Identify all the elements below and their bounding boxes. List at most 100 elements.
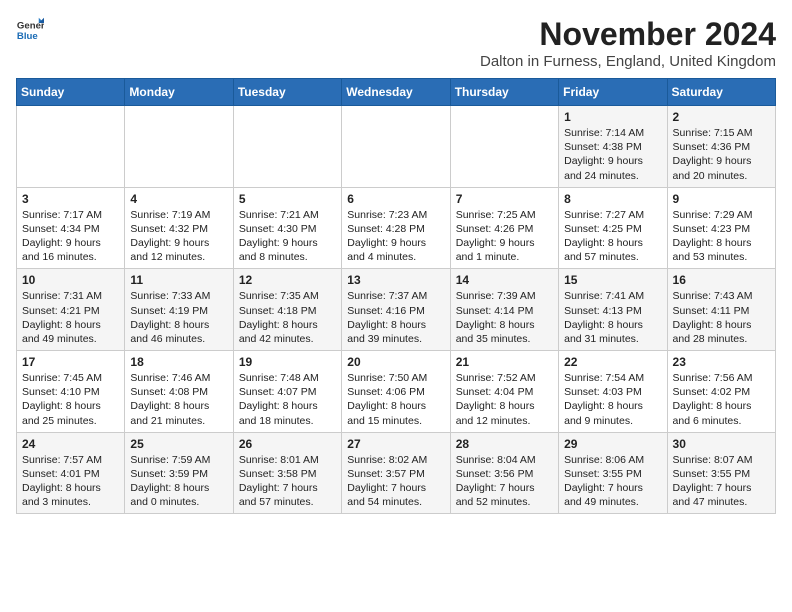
calendar-cell: 4Sunrise: 7:19 AMSunset: 4:32 PMDaylight… bbox=[125, 187, 233, 269]
day-info: Sunrise: 7:50 AMSunset: 4:06 PMDaylight:… bbox=[347, 371, 444, 428]
calendar-cell bbox=[233, 106, 341, 188]
day-number: 17 bbox=[22, 355, 119, 369]
day-number: 23 bbox=[673, 355, 770, 369]
day-number: 1 bbox=[564, 110, 661, 124]
calendar-cell: 15 Sunrise: 7:41 AMSunset: 4:13 PMDayligh… bbox=[559, 269, 667, 351]
calendar-cell: 2 Sunrise: 7:15 AMSunset: 4:36 PMDaylight… bbox=[667, 106, 775, 188]
day-info: Sunrise: 7:46 AMSunset: 4:08 PMDaylight:… bbox=[130, 371, 227, 428]
calendar-cell: 12 Sunrise: 7:35 AMSunset: 4:18 PMDayligh… bbox=[233, 269, 341, 351]
day-info: Sunrise: 8:02 AMSunset: 3:57 PMDaylight:… bbox=[347, 453, 444, 510]
day-number: 22 bbox=[564, 355, 661, 369]
calendar-cell: 6Sunrise: 7:23 AMSunset: 4:28 PMDaylight… bbox=[342, 187, 450, 269]
day-info: Sunrise: 7:14 AMSunset: 4:38 PMDaylight:… bbox=[564, 126, 661, 183]
calendar-cell: 27Sunrise: 8:02 AMSunset: 3:57 PMDayligh… bbox=[342, 432, 450, 514]
day-info: Sunrise: 7:17 AMSunset: 4:34 PMDaylight:… bbox=[22, 208, 119, 265]
day-number: 9 bbox=[673, 192, 770, 206]
day-number: 24 bbox=[22, 437, 119, 451]
calendar-cell: 22 Sunrise: 7:54 AMSunset: 4:03 PMDayligh… bbox=[559, 351, 667, 433]
calendar-cell: 5Sunrise: 7:21 AMSunset: 4:30 PMDaylight… bbox=[233, 187, 341, 269]
day-number: 8 bbox=[564, 192, 661, 206]
day-number: 11 bbox=[130, 273, 227, 287]
weekday-header-saturday: Saturday bbox=[667, 79, 775, 106]
day-number: 14 bbox=[456, 273, 553, 287]
day-number: 26 bbox=[239, 437, 336, 451]
day-number: 30 bbox=[673, 437, 770, 451]
day-info: Sunrise: 7:45 AMSunset: 4:10 PMDaylight:… bbox=[22, 371, 119, 428]
calendar-cell: 17 Sunrise: 7:45 AMSunset: 4:10 PMDayligh… bbox=[17, 351, 125, 433]
day-info: Sunrise: 7:48 AMSunset: 4:07 PMDaylight:… bbox=[239, 371, 336, 428]
day-number: 16 bbox=[673, 273, 770, 287]
day-number: 12 bbox=[239, 273, 336, 287]
weekday-header-sunday: Sunday bbox=[17, 79, 125, 106]
day-info: Sunrise: 7:43 AMSunset: 4:11 PMDaylight:… bbox=[673, 289, 770, 346]
day-info: Sunrise: 8:07 AMSunset: 3:55 PMDaylight:… bbox=[673, 453, 770, 510]
day-info: Sunrise: 7:23 AMSunset: 4:28 PMDaylight:… bbox=[347, 208, 444, 265]
calendar-week-5: 24 Sunrise: 7:57 AMSunset: 4:01 PMDayligh… bbox=[17, 432, 776, 514]
calendar-cell: 3 Sunrise: 7:17 AMSunset: 4:34 PMDaylight… bbox=[17, 187, 125, 269]
calendar-cell: 9 Sunrise: 7:29 AMSunset: 4:23 PMDaylight… bbox=[667, 187, 775, 269]
day-info: Sunrise: 7:15 AMSunset: 4:36 PMDaylight:… bbox=[673, 126, 770, 183]
logo-icon: General Blue bbox=[16, 16, 44, 44]
day-number: 2 bbox=[673, 110, 770, 124]
weekday-header-wednesday: Wednesday bbox=[342, 79, 450, 106]
day-number: 3 bbox=[22, 192, 119, 206]
day-number: 19 bbox=[239, 355, 336, 369]
day-info: Sunrise: 7:27 AMSunset: 4:25 PMDaylight:… bbox=[564, 208, 661, 265]
calendar-cell: 13 Sunrise: 7:37 AMSunset: 4:16 PMDayligh… bbox=[342, 269, 450, 351]
svg-text:Blue: Blue bbox=[17, 31, 38, 42]
day-info: Sunrise: 7:19 AMSunset: 4:32 PMDaylight:… bbox=[130, 208, 227, 265]
weekday-header-friday: Friday bbox=[559, 79, 667, 106]
calendar-cell: 30 Sunrise: 8:07 AMSunset: 3:55 PMDayligh… bbox=[667, 432, 775, 514]
day-info: Sunrise: 7:37 AMSunset: 4:16 PMDaylight:… bbox=[347, 289, 444, 346]
day-number: 25 bbox=[130, 437, 227, 451]
calendar-cell: 1 Sunrise: 7:14 AMSunset: 4:38 PMDaylight… bbox=[559, 106, 667, 188]
day-number: 20 bbox=[347, 355, 444, 369]
calendar-cell bbox=[17, 106, 125, 188]
day-number: 10 bbox=[22, 273, 119, 287]
calendar-cell: 7Sunrise: 7:25 AMSunset: 4:26 PMDaylight… bbox=[450, 187, 558, 269]
day-number: 15 bbox=[564, 273, 661, 287]
day-info: Sunrise: 7:39 AMSunset: 4:14 PMDaylight:… bbox=[456, 289, 553, 346]
day-info: Sunrise: 7:52 AMSunset: 4:04 PMDaylight:… bbox=[456, 371, 553, 428]
month-title: November 2024 bbox=[480, 16, 776, 53]
day-info: Sunrise: 7:35 AMSunset: 4:18 PMDaylight:… bbox=[239, 289, 336, 346]
day-info: Sunrise: 7:33 AMSunset: 4:19 PMDaylight:… bbox=[130, 289, 227, 346]
day-info: Sunrise: 7:29 AMSunset: 4:23 PMDaylight:… bbox=[673, 208, 770, 265]
day-number: 13 bbox=[347, 273, 444, 287]
calendar-cell: 8 Sunrise: 7:27 AMSunset: 4:25 PMDaylight… bbox=[559, 187, 667, 269]
calendar-week-4: 17 Sunrise: 7:45 AMSunset: 4:10 PMDayligh… bbox=[17, 351, 776, 433]
weekday-header-row: SundayMondayTuesdayWednesdayThursdayFrid… bbox=[17, 79, 776, 106]
day-info: Sunrise: 7:59 AMSunset: 3:59 PMDaylight:… bbox=[130, 453, 227, 510]
calendar-cell: 11 Sunrise: 7:33 AMSunset: 4:19 PMDayligh… bbox=[125, 269, 233, 351]
title-area: November 2024 Dalton in Furness, England… bbox=[480, 16, 776, 70]
calendar-cell bbox=[342, 106, 450, 188]
calendar-table: SundayMondayTuesdayWednesdayThursdayFrid… bbox=[16, 78, 776, 514]
calendar-cell: 10 Sunrise: 7:31 AMSunset: 4:21 PMDayligh… bbox=[17, 269, 125, 351]
calendar-cell: 29Sunrise: 8:06 AMSunset: 3:55 PMDayligh… bbox=[559, 432, 667, 514]
day-number: 28 bbox=[456, 437, 553, 451]
calendar-cell: 23 Sunrise: 7:56 AMSunset: 4:02 PMDayligh… bbox=[667, 351, 775, 433]
calendar-cell: 28 Sunrise: 8:04 AMSunset: 3:56 PMDayligh… bbox=[450, 432, 558, 514]
calendar-cell: 25 Sunrise: 7:59 AMSunset: 3:59 PMDayligh… bbox=[125, 432, 233, 514]
day-info: Sunrise: 8:04 AMSunset: 3:56 PMDaylight:… bbox=[456, 453, 553, 510]
calendar-week-2: 3 Sunrise: 7:17 AMSunset: 4:34 PMDaylight… bbox=[17, 187, 776, 269]
calendar-cell: 18 Sunrise: 7:46 AMSunset: 4:08 PMDayligh… bbox=[125, 351, 233, 433]
calendar-week-3: 10 Sunrise: 7:31 AMSunset: 4:21 PMDayligh… bbox=[17, 269, 776, 351]
day-number: 29 bbox=[564, 437, 661, 451]
day-info: Sunrise: 7:41 AMSunset: 4:13 PMDaylight:… bbox=[564, 289, 661, 346]
calendar-cell: 16 Sunrise: 7:43 AMSunset: 4:11 PMDayligh… bbox=[667, 269, 775, 351]
day-info: Sunrise: 7:56 AMSunset: 4:02 PMDaylight:… bbox=[673, 371, 770, 428]
calendar-cell bbox=[450, 106, 558, 188]
day-number: 18 bbox=[130, 355, 227, 369]
calendar-cell: 19 Sunrise: 7:48 AMSunset: 4:07 PMDayligh… bbox=[233, 351, 341, 433]
weekday-header-tuesday: Tuesday bbox=[233, 79, 341, 106]
day-number: 21 bbox=[456, 355, 553, 369]
calendar-cell: 26Sunrise: 8:01 AMSunset: 3:58 PMDayligh… bbox=[233, 432, 341, 514]
day-info: Sunrise: 7:57 AMSunset: 4:01 PMDaylight:… bbox=[22, 453, 119, 510]
page-header: General Blue November 2024 Dalton in Fur… bbox=[16, 16, 776, 70]
day-info: Sunrise: 7:31 AMSunset: 4:21 PMDaylight:… bbox=[22, 289, 119, 346]
calendar-cell bbox=[125, 106, 233, 188]
day-info: Sunrise: 7:54 AMSunset: 4:03 PMDaylight:… bbox=[564, 371, 661, 428]
calendar-cell: 24 Sunrise: 7:57 AMSunset: 4:01 PMDayligh… bbox=[17, 432, 125, 514]
day-info: Sunrise: 7:21 AMSunset: 4:30 PMDaylight:… bbox=[239, 208, 336, 265]
